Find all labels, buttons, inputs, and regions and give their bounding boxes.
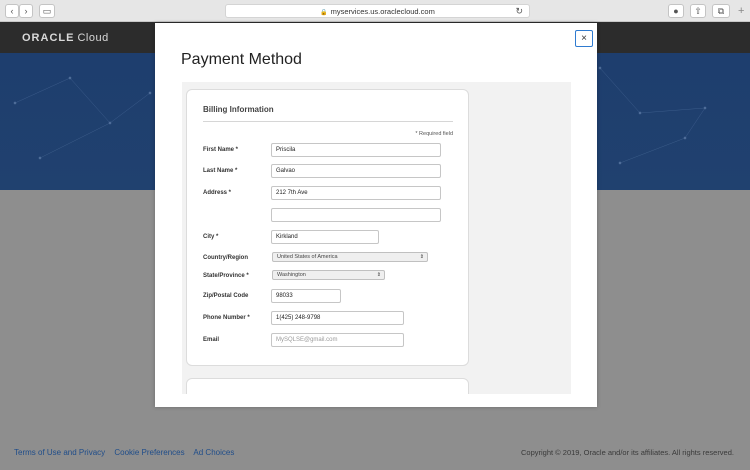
first-name-input[interactable]: Priscila — [271, 143, 441, 157]
email-label: Email — [203, 337, 220, 343]
sidebar-button[interactable]: ▭ — [39, 4, 55, 18]
last-name-input[interactable]: Galvao — [271, 164, 441, 178]
copyright-text: Copyright © 2019, Oracle and/or its affi… — [521, 448, 734, 457]
payment-method-dialog: Payment Method × Billing Information * R… — [155, 23, 597, 407]
tabs-icon: ⧉ — [717, 6, 725, 16]
select-arrows-icon: ⇕ — [376, 272, 381, 278]
plus-icon[interactable]: + — [738, 5, 744, 17]
country-select-value: United States of America — [277, 254, 338, 260]
download-icon: ● — [673, 6, 679, 16]
logo-brand: ORACLE — [22, 32, 75, 44]
back-button[interactable]: ‹ — [5, 4, 19, 18]
url-text: myservices.us.oraclecloud.com — [330, 7, 435, 16]
state-select[interactable]: Washington ⇕ — [272, 270, 385, 280]
next-section-card — [186, 378, 469, 394]
chevron-left-icon: ‹ — [10, 6, 14, 16]
browser-toolbar: ‹ › ▭ 🔒 myservices.us.oraclecloud.com ↻ ●… — [0, 0, 750, 22]
tabs-button[interactable]: ⧉ — [712, 4, 730, 18]
logo-product: Cloud — [77, 32, 109, 44]
zip-label: Zip/Postal Code — [203, 293, 249, 299]
reload-icon[interactable]: ↻ — [515, 5, 523, 18]
dialog-title: Payment Method — [181, 51, 302, 68]
close-button[interactable]: × — [575, 30, 593, 47]
footer-link-adchoices[interactable]: Ad Choices — [193, 448, 234, 457]
zip-input[interactable]: 98033 — [271, 289, 341, 303]
oracle-cloud-logo[interactable]: ORACLE Cloud — [22, 32, 109, 44]
download-button[interactable]: ● — [668, 4, 684, 18]
dialog-scroll-area[interactable]: Billing Information * Required field Fir… — [182, 82, 571, 394]
chevron-right-icon: › — [24, 6, 28, 16]
city-input[interactable]: Kirkland — [271, 230, 379, 244]
address-bar[interactable]: 🔒 myservices.us.oraclecloud.com ↻ — [225, 4, 530, 18]
footer-link-terms[interactable]: Terms of Use and Privacy — [14, 448, 105, 457]
state-select-value: Washington — [277, 272, 306, 278]
forward-button[interactable]: › — [19, 4, 33, 18]
divider — [203, 121, 453, 122]
phone-label: Phone Number * — [203, 315, 250, 321]
address-label: Address * — [203, 190, 232, 196]
billing-heading: Billing Information — [203, 105, 274, 114]
email-input[interactable]: MySQLSE@gmail.com — [271, 333, 404, 347]
first-name-label: First Name * — [203, 147, 239, 153]
footer-links: Terms of Use and Privacy Cookie Preferen… — [14, 448, 241, 457]
phone-input[interactable]: 1(425) 248-9798 — [271, 311, 404, 325]
share-button[interactable]: ⇧ — [690, 4, 706, 18]
billing-information-card: Billing Information * Required field Fir… — [186, 89, 469, 366]
share-icon: ⇧ — [694, 6, 702, 16]
address-line2-input[interactable] — [271, 208, 441, 222]
country-select[interactable]: United States of America ⇕ — [272, 252, 428, 262]
country-label: Country/Region — [203, 255, 248, 261]
sidebar-icon: ▭ — [42, 6, 52, 16]
lock-icon: 🔒 — [320, 10, 328, 16]
address-line1-input[interactable]: 212 7th Ave — [271, 186, 441, 200]
city-label: City * — [203, 234, 219, 240]
footer-link-cookies[interactable]: Cookie Preferences — [114, 448, 184, 457]
required-field-note: * Required field — [415, 131, 453, 137]
close-icon: × — [581, 33, 587, 44]
last-name-label: Last Name * — [203, 168, 238, 174]
select-arrows-icon: ⇕ — [419, 254, 424, 260]
state-label: State/Province * — [203, 273, 249, 279]
